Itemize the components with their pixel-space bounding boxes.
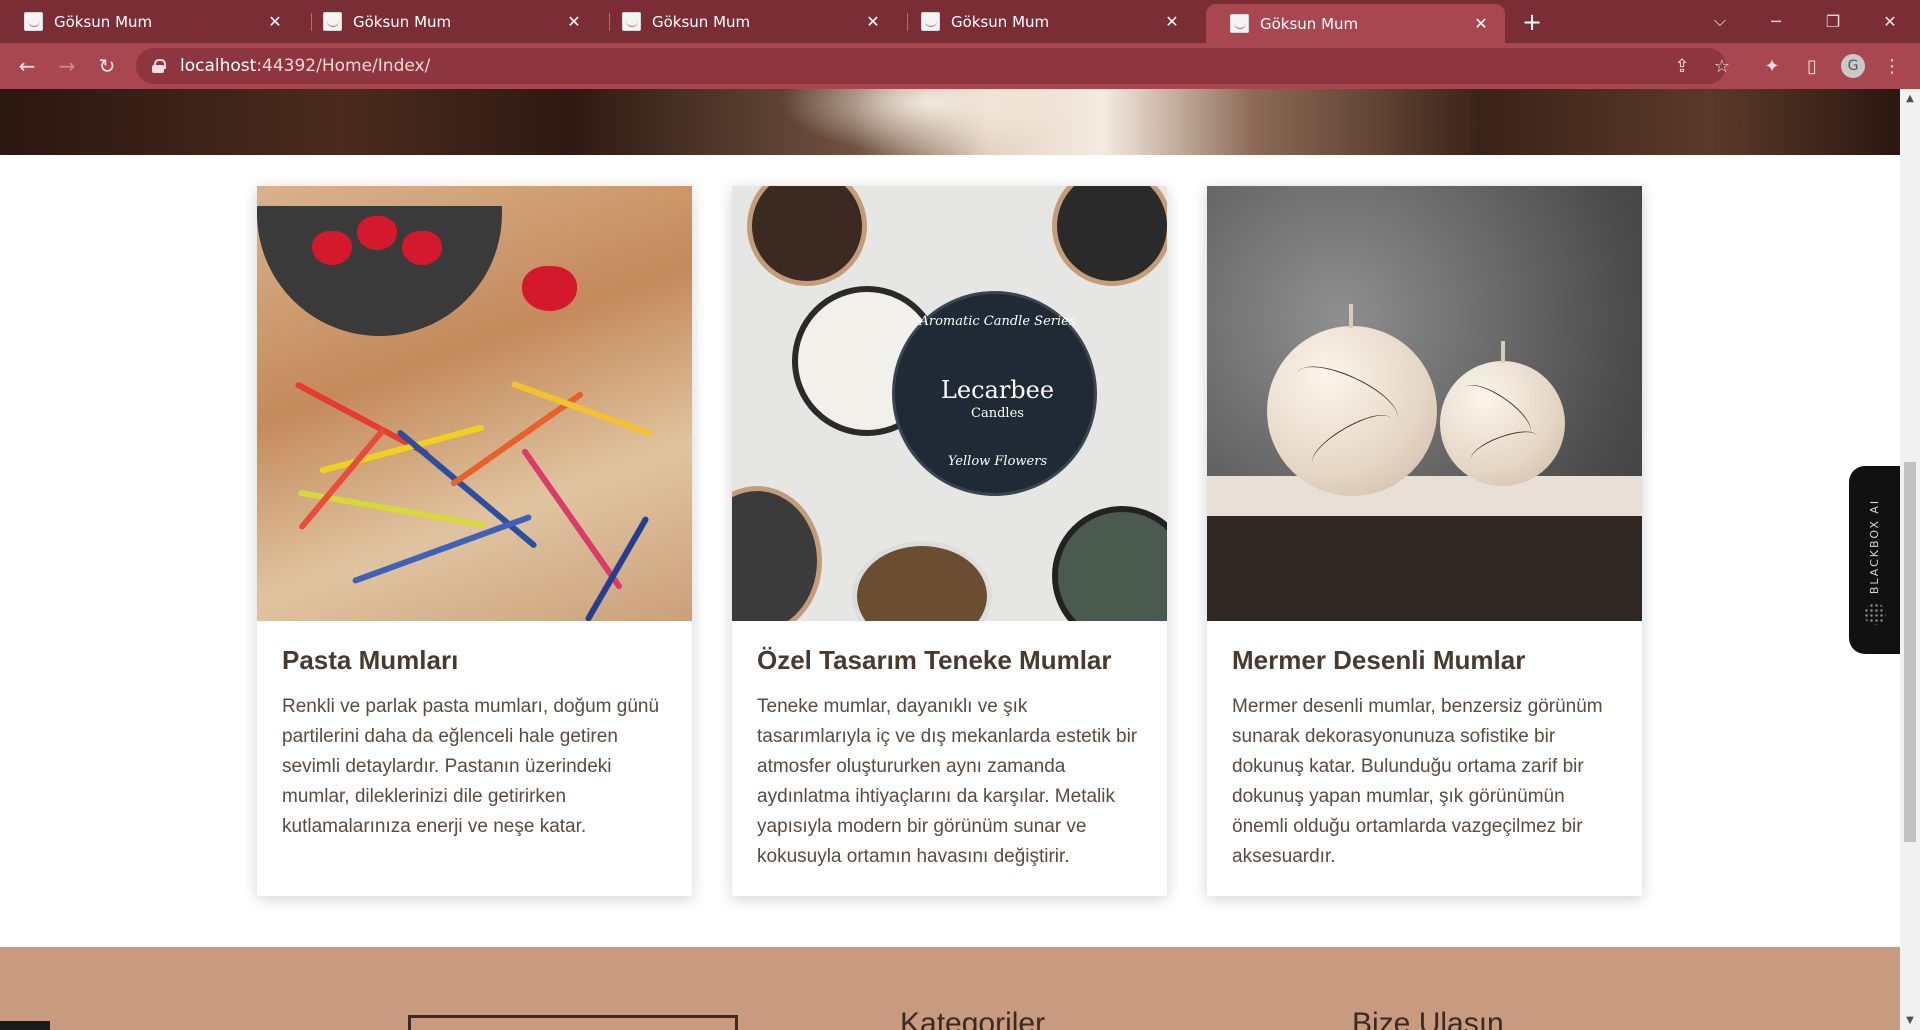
tin-ring-text-bottom: Yellow Flowers	[947, 454, 1048, 469]
tin-sub-text: Candles	[971, 406, 1024, 421]
tab-search-icon[interactable]: ⌵	[1700, 6, 1740, 36]
bookmark-star-icon[interactable]: ☆	[1707, 48, 1737, 84]
close-icon[interactable]: ✕	[1162, 12, 1182, 32]
candle-stick	[520, 447, 624, 591]
plant-pot-shape	[732, 486, 822, 621]
tin-ring-text-top: Aromatic Candle Series	[919, 314, 1076, 329]
close-icon[interactable]: ✕	[863, 12, 883, 32]
tin-candles-image: Aromatic Candle Series Lecarbee Candles …	[732, 186, 1167, 621]
candle-stick	[396, 428, 538, 550]
footer-heading-categories: Kategoriler	[900, 1007, 1046, 1030]
browser-tab[interactable]: Göksun Mum ✕	[299, 0, 598, 43]
tin-lid-shape: Aromatic Candle Series Lecarbee Candles …	[892, 291, 1097, 496]
candle-wick	[1501, 341, 1505, 363]
new-tab-button[interactable]: +	[1518, 8, 1546, 36]
tab-title: Göksun Mum	[353, 12, 452, 31]
scroll-down-arrow-icon[interactable]: ▼	[1900, 1012, 1920, 1029]
site-favicon-icon	[24, 12, 43, 31]
browser-tab[interactable]: Göksun Mum ✕	[598, 0, 897, 43]
product-card: Mermer Desenli Mumlar Mermer desenli mum…	[1207, 186, 1642, 896]
browser-tab[interactable]: Göksun Mum ✕	[897, 0, 1196, 43]
card-description: Teneke mumlar, dayanıklı ve şık tasarıml…	[757, 696, 1138, 867]
share-icon[interactable]: ⇪	[1667, 48, 1697, 84]
address-bar[interactable]: localhost:44392/Home/Index/ ⇪ ☆	[136, 48, 1730, 84]
cabinet-shape	[1207, 516, 1642, 621]
card-title: Özel Tasarım Teneke Mumlar	[757, 645, 1112, 675]
scroll-up-arrow-icon[interactable]: ▲	[1900, 90, 1920, 107]
card-description: Renkli ve parlak pasta mumları, doğum gü…	[282, 696, 660, 837]
extensions-puzzle-icon[interactable]: ✦	[1758, 52, 1786, 80]
corner-badge-icon[interactable]	[0, 1021, 50, 1030]
pasta-candles-image	[257, 186, 692, 621]
minimize-icon[interactable]: ─	[1756, 6, 1796, 36]
footer-logo-box	[408, 1015, 738, 1030]
card-title: Mermer Desenli Mumlar	[1232, 645, 1526, 675]
site-favicon-icon	[323, 12, 342, 31]
back-arrow-icon[interactable]: ←	[13, 52, 41, 80]
tab-strip: Göksun Mum ✕ Göksun Mum ✕ Göksun Mum ✕ G…	[0, 0, 1920, 43]
side-panel-icon[interactable]: ▯	[1798, 52, 1826, 80]
close-icon[interactable]: ✕	[1471, 14, 1491, 34]
card-body: Özel Tasarım Teneke Mumlar Teneke mumlar…	[732, 621, 1167, 872]
footer-heading-contact: Bize Ulaşın	[1352, 1007, 1504, 1030]
tab-title: Göksun Mum	[951, 12, 1050, 31]
plant-pot-shape	[1052, 186, 1167, 286]
dots-icon	[1864, 603, 1886, 625]
card-body: Mermer Desenli Mumlar Mermer desenli mum…	[1207, 621, 1642, 872]
browser-toolbar: ← → ↻ localhost:44392/Home/Index/ ⇪ ☆ ✦ …	[0, 43, 1920, 89]
site-footer: Kategoriler Bize Ulaşın	[0, 947, 1900, 1030]
close-icon[interactable]: ✕	[564, 12, 584, 32]
strawberry-shape	[357, 216, 397, 250]
tab-title: Göksun Mum	[1260, 14, 1359, 33]
site-favicon-icon	[921, 12, 940, 31]
candle-wick	[1349, 304, 1353, 328]
window-close-icon[interactable]: ✕	[1870, 6, 1910, 36]
product-card: Aromatic Candle Series Lecarbee Candles …	[732, 186, 1167, 896]
strawberry-shape	[402, 231, 442, 265]
extension-label: BLACKBOX AI	[1868, 498, 1882, 594]
browser-tab-active[interactable]: Göksun Mum ✕	[1206, 4, 1505, 43]
shelf-shape	[1207, 476, 1642, 516]
candle-stick	[351, 513, 533, 585]
product-card: Pasta Mumları Renkli ve parlak pasta mum…	[257, 186, 692, 896]
plant-pot-shape	[1052, 506, 1167, 621]
blackbox-extension-widget[interactable]: BLACKBOX AI	[1849, 466, 1900, 654]
hero-banner-image	[0, 89, 1900, 155]
card-body: Pasta Mumları Renkli ve parlak pasta mum…	[257, 621, 692, 842]
plant-pot-shape	[852, 541, 992, 621]
tin-brand-text: Lecarbee	[940, 376, 1055, 404]
plant-pot-shape	[747, 186, 867, 286]
reload-icon[interactable]: ↻	[93, 52, 121, 80]
scrollbar-thumb[interactable]	[1904, 462, 1916, 842]
marble-candles-image	[1207, 186, 1642, 621]
menu-kebab-icon[interactable]: ⋮	[1878, 52, 1906, 80]
browser-tab[interactable]: Göksun Mum ✕	[0, 0, 299, 43]
strawberry-shape	[312, 231, 352, 265]
card-title: Pasta Mumları	[282, 645, 459, 675]
lock-icon[interactable]	[152, 59, 166, 73]
profile-avatar[interactable]: G	[1841, 54, 1865, 78]
strawberry-shape	[522, 266, 577, 311]
tab-title: Göksun Mum	[54, 12, 153, 31]
close-icon[interactable]: ✕	[265, 12, 285, 32]
forward-arrow-icon[interactable]: →	[53, 52, 81, 80]
card-description: Mermer desenli mumlar, benzersiz görünüm…	[1232, 696, 1603, 867]
page-viewport: Pasta Mumları Renkli ve parlak pasta mum…	[0, 89, 1900, 1030]
restore-icon[interactable]: ❐	[1813, 6, 1853, 36]
candle-stick	[584, 515, 650, 621]
url-text[interactable]: localhost:44392/Home/Index/	[180, 56, 430, 76]
site-favicon-icon	[1230, 14, 1249, 33]
site-favicon-icon	[622, 12, 641, 31]
tab-title: Göksun Mum	[652, 12, 751, 31]
candle-stick	[297, 427, 387, 531]
